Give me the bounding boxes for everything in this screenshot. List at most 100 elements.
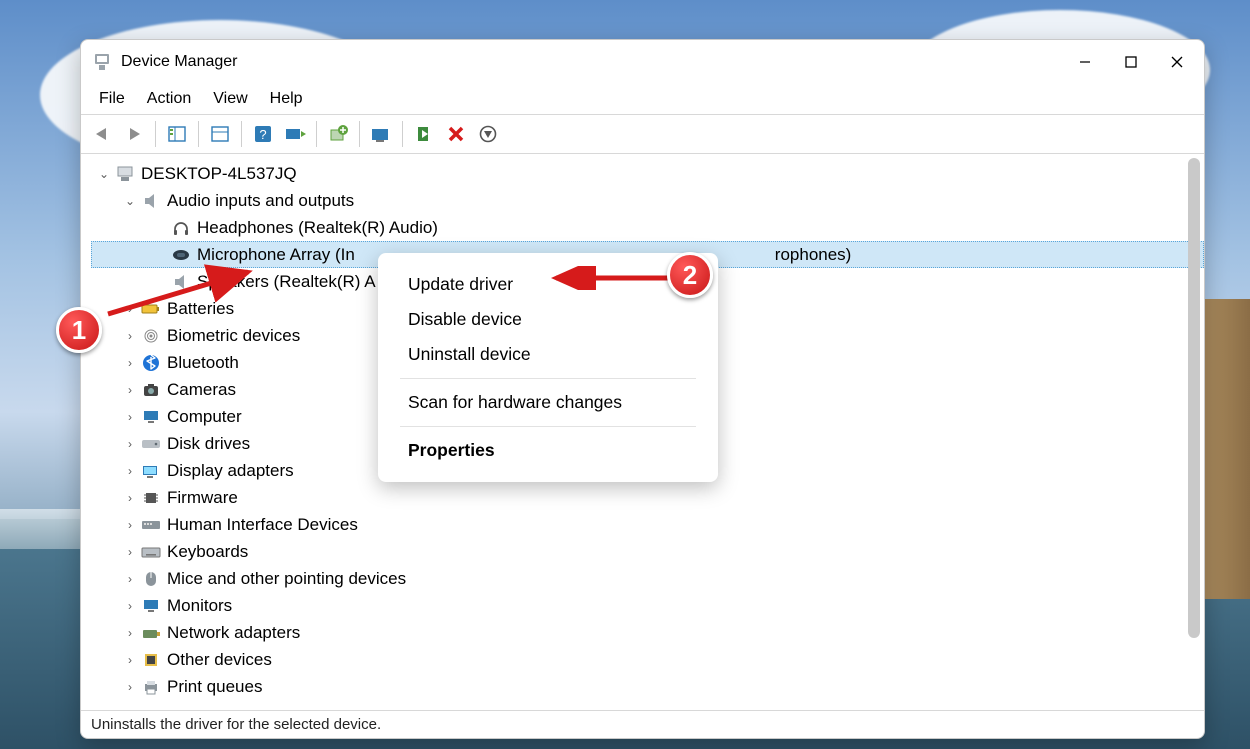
status-bar: Uninstalls the driver for the selected d… bbox=[81, 710, 1204, 738]
window-title: Device Manager bbox=[121, 53, 238, 71]
collapse-icon[interactable]: ⌄ bbox=[95, 167, 113, 181]
menubar: File Action View Help bbox=[81, 84, 1204, 114]
tree-dev-headphones[interactable]: Headphones (Realtek(R) Audio) bbox=[91, 214, 1204, 241]
context-disable-device[interactable]: Disable device bbox=[378, 302, 718, 337]
toolbar: ? bbox=[81, 114, 1204, 154]
collapse-icon[interactable]: ⌄ bbox=[121, 194, 139, 208]
close-button[interactable] bbox=[1154, 40, 1200, 84]
tree-label: Computer bbox=[167, 407, 242, 427]
tree-label: Network adapters bbox=[167, 623, 300, 643]
hid-icon bbox=[141, 515, 161, 535]
monitor-icon bbox=[141, 596, 161, 616]
toolbar-separator bbox=[198, 121, 199, 147]
expand-icon[interactable]: › bbox=[121, 464, 139, 478]
tree-root-computer[interactable]: ⌄ DESKTOP-4L537JQ bbox=[91, 160, 1204, 187]
svg-text:?: ? bbox=[259, 127, 266, 142]
tree-cat-other[interactable]: › Other devices bbox=[91, 646, 1204, 673]
keyboard-icon bbox=[141, 542, 161, 562]
expand-icon[interactable]: › bbox=[121, 437, 139, 451]
minimize-button[interactable] bbox=[1062, 40, 1108, 84]
tree-label: Biometric devices bbox=[167, 326, 300, 346]
tree-label: Bluetooth bbox=[167, 353, 239, 373]
tree-label: Other devices bbox=[167, 650, 272, 670]
tree-cat-hid[interactable]: › Human Interface Devices bbox=[91, 511, 1204, 538]
fingerprint-icon bbox=[141, 326, 161, 346]
microphone-icon bbox=[171, 245, 191, 265]
expand-icon[interactable]: › bbox=[121, 545, 139, 559]
menu-action[interactable]: Action bbox=[137, 86, 201, 112]
menu-help[interactable]: Help bbox=[260, 86, 313, 112]
tree-cat-print[interactable]: › Print queues bbox=[91, 673, 1204, 700]
toolbar-separator bbox=[316, 121, 317, 147]
tree-label: Cameras bbox=[167, 380, 236, 400]
toolbar-addlegacy-button[interactable] bbox=[323, 119, 353, 149]
unknown-device-icon bbox=[141, 650, 161, 670]
tree-label: Monitors bbox=[167, 596, 232, 616]
bluetooth-icon bbox=[141, 353, 161, 373]
tree-label: Display adapters bbox=[167, 461, 294, 481]
expand-icon[interactable]: › bbox=[121, 572, 139, 586]
expand-icon[interactable]: › bbox=[121, 410, 139, 424]
expand-icon[interactable]: › bbox=[121, 653, 139, 667]
expand-icon[interactable]: › bbox=[121, 599, 139, 613]
tree-label: Audio inputs and outputs bbox=[167, 191, 354, 211]
toolbar-forward-button[interactable] bbox=[119, 119, 149, 149]
maximize-button[interactable] bbox=[1108, 40, 1154, 84]
camera-icon bbox=[141, 380, 161, 400]
tree-cat-firmware[interactable]: › Firmware bbox=[91, 484, 1204, 511]
tree-cat-audio[interactable]: ⌄ Audio inputs and outputs bbox=[91, 187, 1204, 214]
annotation-arrow-1 bbox=[98, 264, 268, 324]
context-scan-hardware[interactable]: Scan for hardware changes bbox=[378, 385, 718, 420]
toolbar-help-button[interactable]: ? bbox=[248, 119, 278, 149]
expand-icon[interactable]: › bbox=[121, 383, 139, 397]
menu-view[interactable]: View bbox=[203, 86, 257, 112]
context-properties[interactable]: Properties bbox=[378, 433, 718, 468]
tree-label: Mice and other pointing devices bbox=[167, 569, 406, 589]
expand-icon[interactable]: › bbox=[121, 329, 139, 343]
mouse-icon bbox=[141, 569, 161, 589]
titlebar[interactable]: Device Manager bbox=[81, 40, 1204, 84]
tree-label: Print queues bbox=[167, 677, 262, 697]
headphones-icon bbox=[171, 218, 191, 238]
context-separator bbox=[400, 426, 696, 427]
expand-icon[interactable]: › bbox=[121, 518, 139, 532]
display-adapter-icon bbox=[141, 461, 161, 481]
annotation-badge-2: 2 bbox=[667, 252, 713, 298]
toolbar-properties-button[interactable] bbox=[205, 119, 235, 149]
toolbar-showhide-button[interactable] bbox=[162, 119, 192, 149]
device-manager-icon bbox=[93, 53, 111, 71]
expand-icon[interactable]: › bbox=[121, 356, 139, 370]
tree-label: Firmware bbox=[167, 488, 238, 508]
toolbar-disable-button[interactable] bbox=[473, 119, 503, 149]
toolbar-separator bbox=[155, 121, 156, 147]
toolbar-scan-button[interactable] bbox=[280, 119, 310, 149]
toolbar-separator bbox=[359, 121, 360, 147]
tree-cat-mice[interactable]: › Mice and other pointing devices bbox=[91, 565, 1204, 592]
tree-cat-network[interactable]: › Network adapters bbox=[91, 619, 1204, 646]
tree-label: Keyboards bbox=[167, 542, 248, 562]
toolbar-back-button[interactable] bbox=[87, 119, 117, 149]
expand-icon[interactable]: › bbox=[121, 491, 139, 505]
toolbar-uninstall-button[interactable] bbox=[441, 119, 471, 149]
menu-file[interactable]: File bbox=[89, 86, 135, 112]
expand-icon[interactable]: › bbox=[121, 680, 139, 694]
disk-icon bbox=[141, 434, 161, 454]
tree-label: Human Interface Devices bbox=[167, 515, 358, 535]
expand-icon[interactable]: › bbox=[121, 626, 139, 640]
computer-icon bbox=[115, 164, 135, 184]
toolbar-separator bbox=[241, 121, 242, 147]
toolbar-enable-button[interactable] bbox=[409, 119, 439, 149]
toolbar-update-button[interactable] bbox=[366, 119, 396, 149]
tree-label: Microphone Array (In bbox=[197, 245, 355, 265]
network-icon bbox=[141, 623, 161, 643]
context-uninstall-device[interactable]: Uninstall device bbox=[378, 337, 718, 372]
tree-label: Headphones (Realtek(R) Audio) bbox=[197, 218, 438, 238]
tree-cat-keyboards[interactable]: › Keyboards bbox=[91, 538, 1204, 565]
scrollbar[interactable] bbox=[1188, 158, 1200, 638]
toolbar-separator bbox=[402, 121, 403, 147]
tree-label-suffix: rophones) bbox=[775, 245, 852, 265]
speaker-icon bbox=[141, 191, 161, 211]
context-separator bbox=[400, 378, 696, 379]
printer-icon bbox=[141, 677, 161, 697]
tree-cat-monitors[interactable]: › Monitors bbox=[91, 592, 1204, 619]
